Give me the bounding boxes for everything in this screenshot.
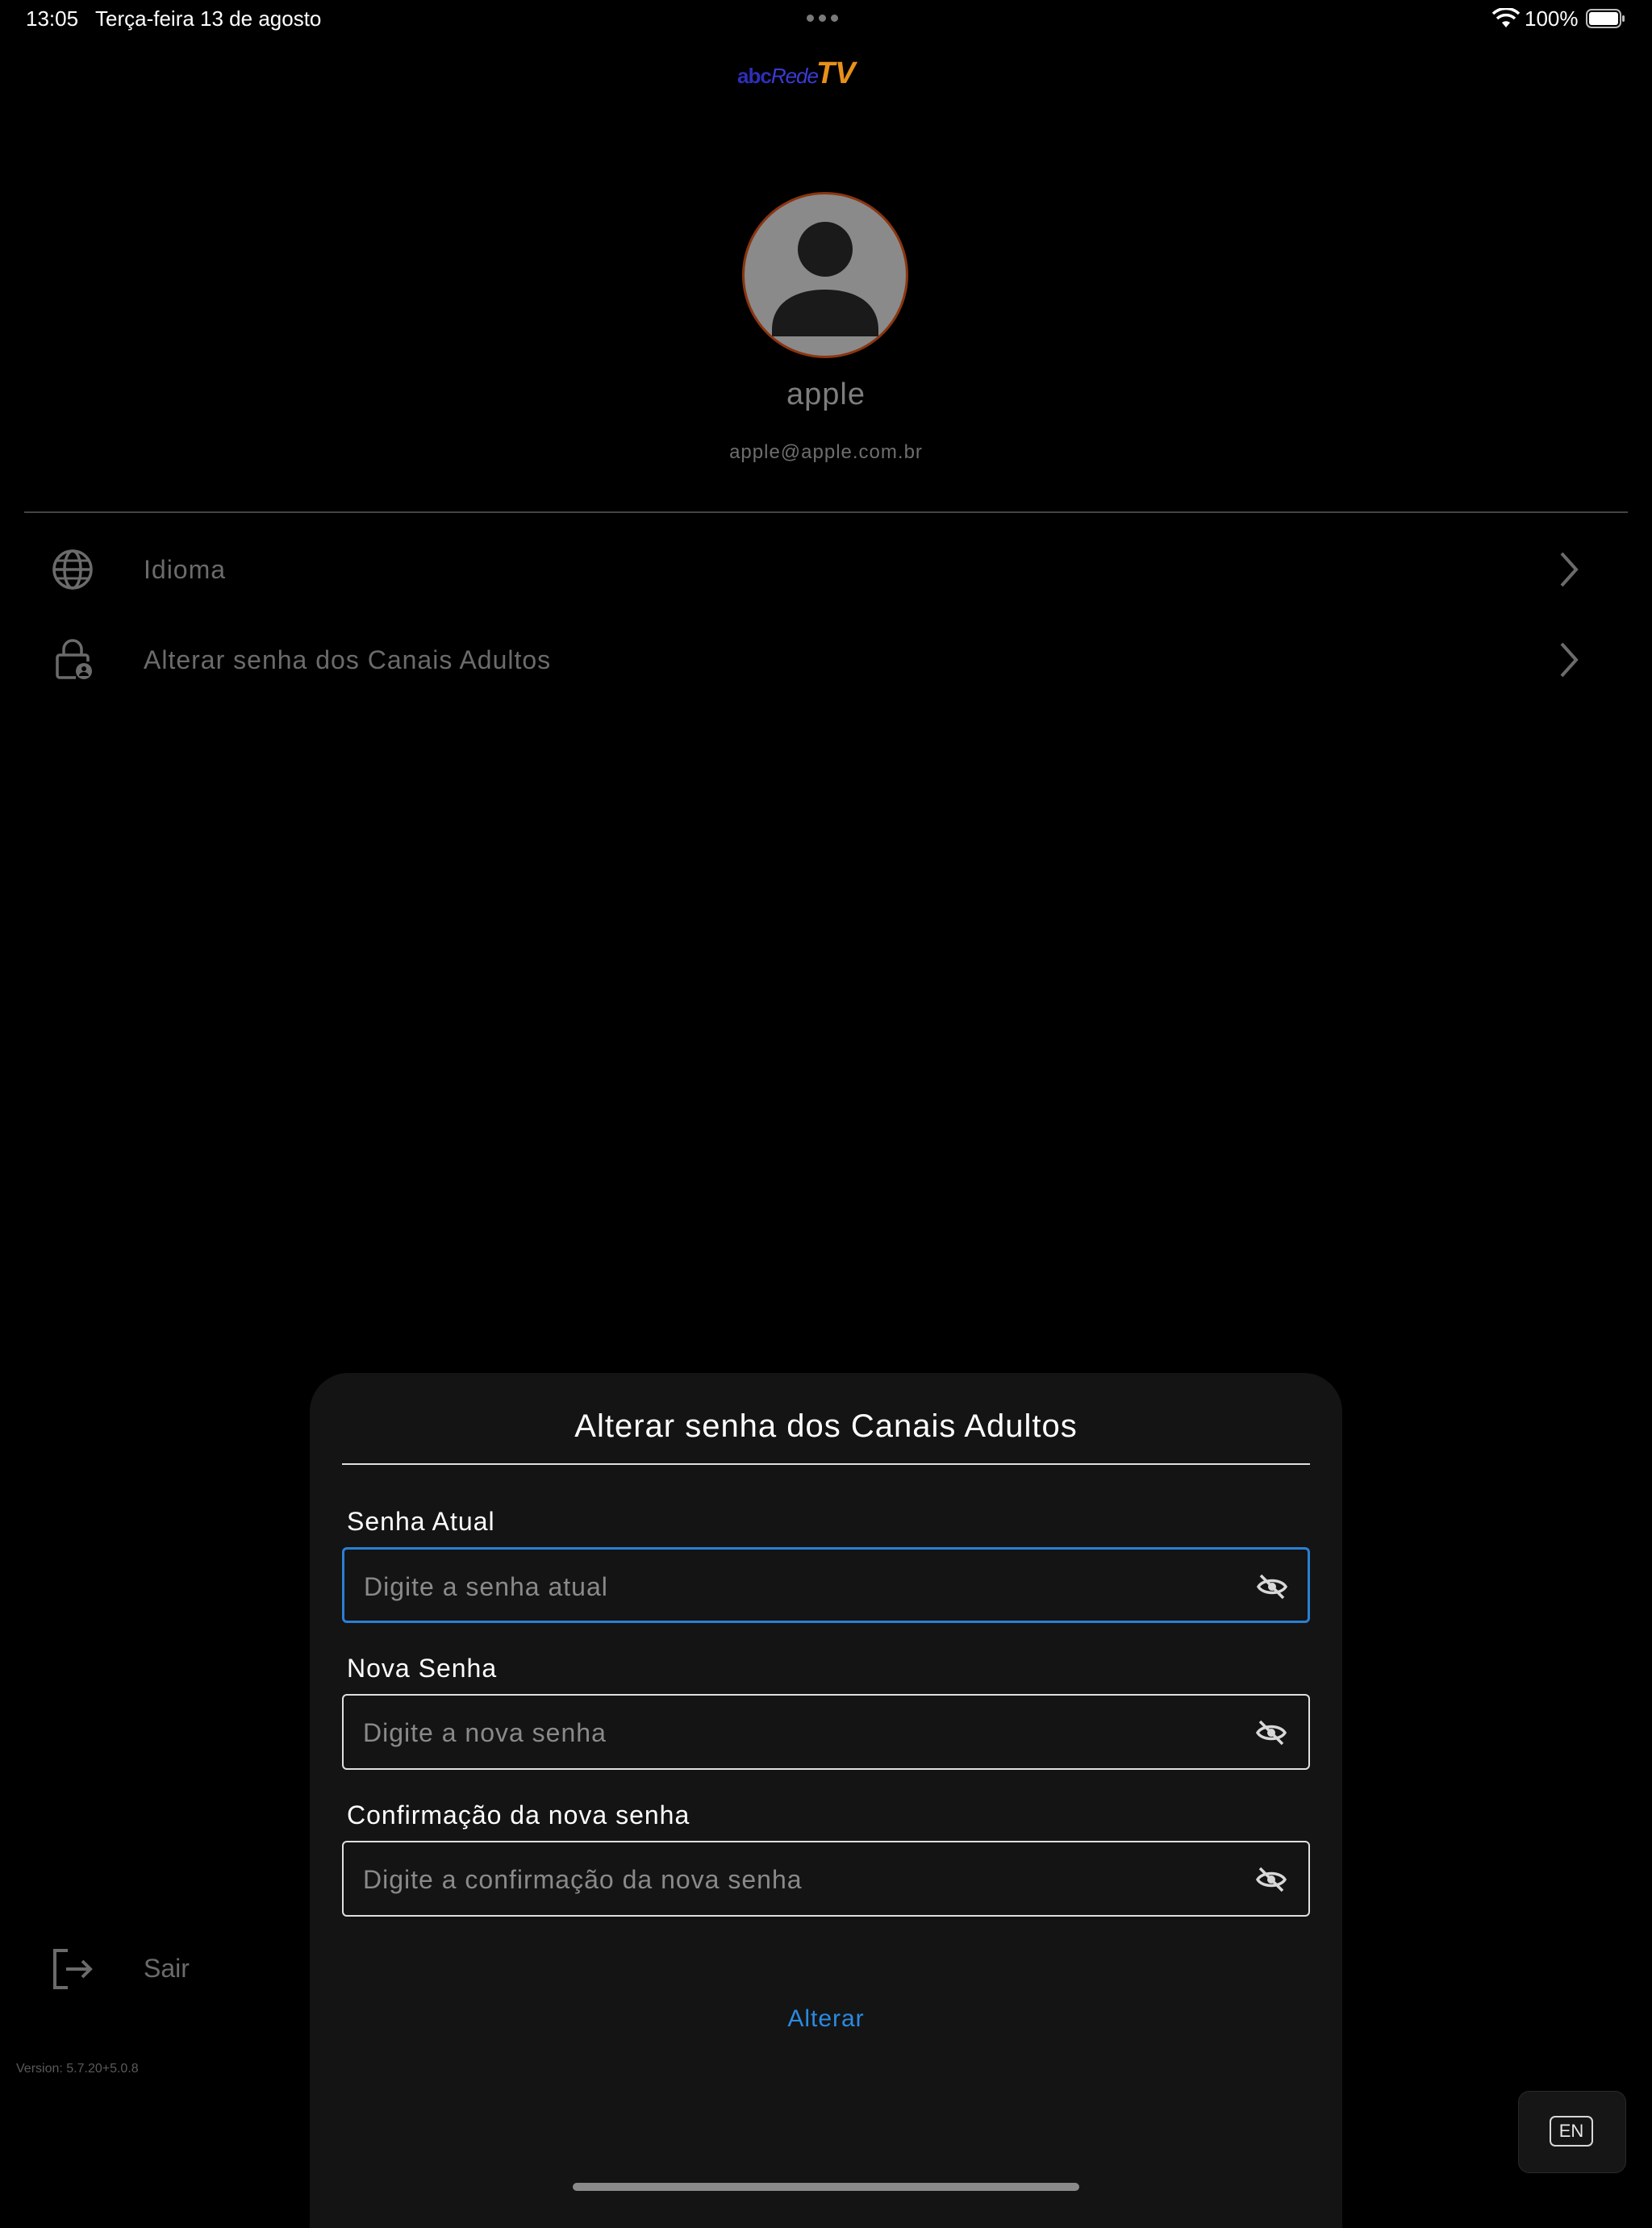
chevron-right-icon	[1560, 552, 1579, 587]
menu-item-language[interactable]: Idioma	[24, 529, 1628, 610]
user-email: apple@apple.com.br	[729, 441, 923, 463]
user-name: apple	[786, 378, 866, 411]
eye-off-icon[interactable]	[1255, 1865, 1287, 1894]
battery-icon	[1586, 9, 1625, 28]
avatar	[742, 192, 908, 358]
new-password-input[interactable]	[361, 1696, 1220, 1770]
battery-percentage: 100%	[1525, 6, 1579, 31]
eye-off-icon[interactable]	[1256, 1572, 1288, 1601]
app-logo: abc Rede TV	[737, 56, 856, 90]
version-text: Version: 5.7.20+5.0.8	[16, 2062, 139, 2076]
new-password-label: Nova Senha	[347, 1654, 498, 1683]
menu-item-label: Idioma	[144, 555, 227, 584]
multitasking-dots-icon[interactable]	[807, 15, 838, 22]
confirm-password-input[interactable]	[361, 1842, 1220, 1917]
lock-icon	[56, 639, 92, 679]
current-password-label: Senha Atual	[347, 1507, 495, 1536]
status-date: Terça-feira 13 de agosto	[95, 6, 322, 31]
current-password-input[interactable]	[362, 1550, 1220, 1624]
logout-button[interactable]: Sair	[48, 1942, 290, 1999]
wifi-icon	[1492, 8, 1520, 27]
eye-off-icon[interactable]	[1255, 1718, 1287, 1747]
logout-icon	[53, 1949, 93, 1989]
home-indicator[interactable]	[573, 2183, 1079, 2191]
divider	[24, 511, 1628, 513]
sheet-title: Alterar senha dos Canais Adultos	[574, 1408, 1078, 1444]
globe-icon	[52, 549, 93, 590]
confirm-password-field	[342, 1841, 1310, 1917]
keyboard-language-label: EN	[1550, 2116, 1593, 2147]
status-time: 13:05	[26, 6, 79, 31]
menu-item-change-adult-password[interactable]: Alterar senha dos Canais Adultos	[24, 620, 1628, 700]
current-password-field	[342, 1547, 1310, 1624]
new-password-field	[342, 1694, 1310, 1770]
confirm-password-label: Confirmação da nova senha	[347, 1800, 690, 1830]
submit-button[interactable]: Alterar	[745, 1992, 907, 2044]
keyboard-language-button[interactable]: EN	[1518, 2091, 1626, 2173]
user-silhouette-icon	[772, 222, 878, 336]
chevron-right-icon	[1560, 642, 1579, 678]
logout-label: Sair	[144, 1954, 190, 1983]
divider	[342, 1463, 1310, 1465]
menu-item-label: Alterar senha dos Canais Adultos	[144, 645, 552, 674]
